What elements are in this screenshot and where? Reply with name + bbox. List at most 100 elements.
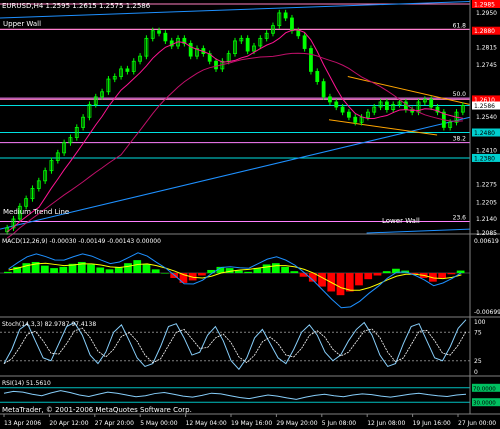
macd-histogram-bar — [290, 271, 299, 274]
fib-level-label: 61.8 — [453, 22, 467, 29]
macd-histogram-bar — [281, 266, 289, 274]
stoch-panel: Stoch(14,3,3) 82.9787 97.4138 — [0, 319, 470, 371]
price-badge-label: 1.2985 — [474, 2, 495, 9]
macd-histogram-bar — [318, 273, 326, 287]
macd-histogram-bar — [142, 264, 151, 274]
price-axis-label: 1.2085 — [476, 230, 497, 237]
macd-histogram-bar — [373, 273, 382, 276]
candle-body — [188, 43, 193, 57]
time-axis-label: 5 May 00:00 — [140, 420, 178, 427]
macd-histogram-bar — [151, 269, 160, 274]
macd-histogram-bar — [336, 273, 345, 296]
time-axis-label: 19 Jun 16:00 — [413, 420, 451, 427]
macd-histogram-bar — [4, 271, 12, 274]
candle-body — [347, 111, 351, 118]
stoch-axis-label: 75 — [474, 329, 482, 336]
time-axis-label: 13 Apr 2006 — [4, 420, 41, 427]
stoch-axis-label: 100 — [474, 319, 486, 326]
candle-body — [163, 32, 168, 42]
macd-histogram-bar — [382, 271, 391, 274]
macd-axis-label: 0.00619 — [474, 238, 499, 245]
time-axis-label: 12 May 04:00 — [186, 420, 227, 427]
candle-body — [384, 101, 389, 110]
candle-body — [290, 17, 294, 32]
candle-body — [296, 30, 301, 37]
macd-histogram-bar — [345, 273, 354, 292]
fib-level-label: 50.0 — [453, 91, 467, 98]
price-axis-label: 1.2140 — [476, 216, 497, 223]
main-price-panel: 61.8 50.0 38.2 23.6 Upper Wall Medium Trend L… — [0, 0, 471, 239]
price-axis-label: 1.2410 — [476, 147, 497, 154]
stoch-axis-label: 25 — [474, 358, 482, 365]
macd-axis-label: -0.00699 — [474, 309, 500, 316]
copyright-text: MetaTrader, © 2001-2006 MetaQuotes Softw… — [2, 406, 192, 414]
chart-window: 61.8 50.0 38.2 23.6 Upper Wall Medium Trend L… — [0, 0, 500, 429]
chart-canvas: 61.8 50.0 38.2 23.6 Upper Wall Medium Trend L… — [0, 0, 500, 427]
macd-histogram-bar — [124, 263, 132, 274]
candle-body — [302, 35, 307, 49]
time-axis-label: 19 May 16:00 — [231, 420, 272, 427]
time-axis-label: 27 Jun 00:00 — [458, 420, 496, 427]
price-axis: 1.29851.29501.28801.28151.27451.26101.25… — [0, 0, 500, 415]
macd-histogram-bar — [87, 264, 95, 274]
price-badge-label: 1.2380 — [474, 155, 495, 162]
medium-trend-line-annotation: Medium Trend Line — [3, 208, 69, 216]
stoch-label: Stoch(14,3,3) 82.9787 97.4138 — [2, 321, 96, 328]
macd-histogram-bar — [198, 273, 206, 276]
macd-histogram-bar — [105, 269, 114, 274]
candle-body — [283, 12, 288, 19]
symbol-title: EURUSD,H4 1.2595 1.2615 1.2575 1.2586 — [2, 2, 151, 10]
candle-body — [321, 81, 326, 98]
price-axis-label: 1.2815 — [476, 44, 497, 51]
rsi-axis-label: 30.0000 — [473, 401, 496, 407]
fib-level-label: 23.6 — [453, 215, 467, 222]
stoch-axis-label: 0 — [474, 369, 478, 376]
macd-histogram-bar — [447, 273, 456, 275]
stoch-signal-line — [3, 327, 467, 364]
upper-wall-annotation: Upper Wall — [3, 20, 41, 28]
time-axis-label: 27 Apr 20:00 — [95, 420, 134, 427]
candle-body — [334, 101, 339, 108]
candle-body — [315, 71, 320, 83]
fib-level-label: 38.2 — [453, 136, 467, 143]
macd-panel: MACD(12,26,9) -0.00030 -0.00149 -0.00143… — [0, 238, 470, 309]
time-axis: 13 Apr 2006 20 Apr 12:00 27 Apr 20:00 5 May… — [3, 414, 496, 427]
lower-wall-annotation: Lower Wall — [382, 217, 420, 225]
price-axis-label: 1.2275 — [476, 182, 497, 189]
candle-body — [157, 30, 161, 34]
slow-moving-average-line — [6, 52, 463, 239]
rsi-line — [3, 390, 467, 400]
medium-trend-line — [0, 116, 471, 230]
price-badge-label: 1.2880 — [474, 28, 495, 35]
candle-body — [245, 37, 250, 52]
macd-histogram-bar — [96, 267, 105, 274]
macd-histogram-bar — [364, 273, 373, 280]
macd-main-line — [8, 252, 462, 309]
candle-body — [214, 60, 218, 70]
time-axis-label: 5 Jun 08:00 — [322, 420, 356, 427]
price-axis-label: 1.2745 — [476, 62, 497, 69]
time-axis-label: 20 Apr 12:00 — [49, 420, 88, 427]
candle-body — [125, 68, 130, 72]
price-badge-label: 1.2480 — [474, 130, 495, 137]
price-axis-label: 1.2540 — [476, 114, 497, 121]
lower-wall-line — [366, 228, 471, 234]
macd-label: MACD(12,26,9) -0.00030 -0.00149 -0.00143… — [2, 238, 161, 245]
time-axis-label: 12 Jun 08:00 — [367, 420, 405, 427]
macd-histogram-bar — [59, 266, 68, 274]
macd-histogram-bar — [50, 268, 58, 274]
macd-histogram-bar — [40, 265, 49, 274]
macd-histogram-bar — [271, 263, 280, 274]
rsi-panel: RSI(14) 51.5610 — [0, 380, 470, 403]
price-axis-label: 1.2950 — [476, 10, 497, 17]
rsi-axis-label: 70.0000 — [473, 386, 496, 392]
macd-histogram-bar — [161, 273, 169, 274]
macd-histogram-bar — [355, 273, 363, 286]
macd-histogram-bar — [133, 260, 142, 274]
candle-body — [340, 106, 345, 113]
candle-body — [353, 116, 358, 123]
macd-histogram-bar — [22, 263, 31, 274]
macd-histogram-bar — [262, 264, 271, 274]
time-axis-label: 29 May 20:00 — [276, 420, 317, 427]
macd-histogram-bar — [244, 271, 252, 274]
